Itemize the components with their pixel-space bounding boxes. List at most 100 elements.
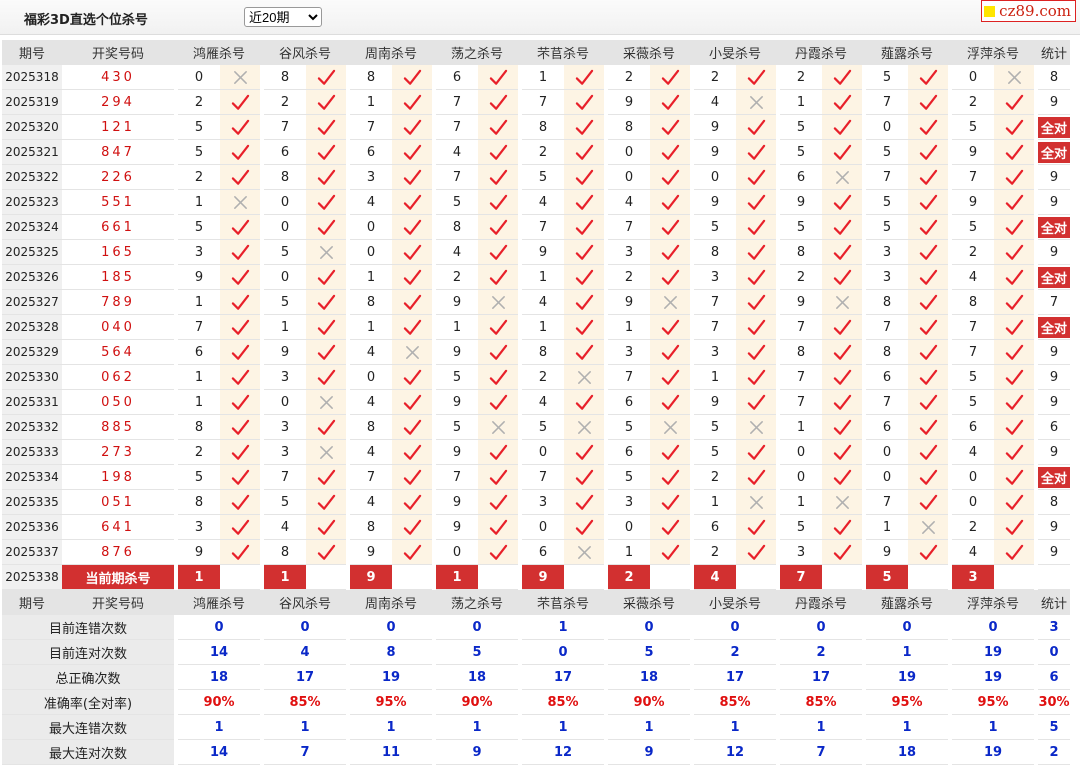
kill-correct-cell [908,89,948,115]
kill-number-cell: 5 [694,214,736,240]
kill-number-cell: 2 [264,89,306,115]
table-row: 2025334 198 5 7 7 7 7 5 2 0 0 0 全对 [2,464,1071,490]
cross-icon [663,295,677,309]
kill-correct-cell [908,289,948,315]
kill-correct-cell [306,514,346,540]
check-icon [317,194,335,210]
header-stat: 统计 [1038,589,1071,615]
kill-number-cell: 9 [694,114,736,140]
draw-number-cell: 564 [62,339,174,365]
kill-number-cell: 0 [264,214,306,240]
kill-correct-cell [478,339,518,365]
period-range-select[interactable]: 近20期 [244,7,322,27]
kill-number-cell: 5 [952,389,994,415]
kill-number-cell: 8 [264,164,306,190]
current-kill-blank [994,564,1034,590]
table-row: 2025322 226 2 8 3 7 5 0 0 6 7 7 9 [2,164,1071,190]
kill-correct-cell [392,364,432,390]
cross-icon [749,495,763,509]
kill-correct-cell [478,64,518,90]
kill-number-cell: 4 [952,439,994,465]
period-cell: 2025326 [2,264,62,290]
kill-correct-cell [994,189,1034,215]
kill-correct-cell [736,164,776,190]
all-correct-badge: 全对 [1038,216,1071,238]
kill-number-cell: 3 [178,239,220,265]
check-icon [661,544,679,560]
kill-correct-cell [392,439,432,465]
kill-number-cell: 7 [264,464,306,490]
kill-correct-cell [478,114,518,140]
kill-number-cell: 8 [952,289,994,315]
kill-correct-cell [736,464,776,490]
current-kill-number: 4 [694,564,736,590]
kill-correct-cell [994,464,1034,490]
summary-value: 1 [178,714,260,740]
kill-correct-cell [994,89,1034,115]
cross-icon [749,420,763,434]
kill-number-cell: 1 [350,89,392,115]
current-kill-blank [736,564,776,590]
table-row: 2025332 885 8 3 8 5 5 5 5 1 6 6 6 [2,414,1071,440]
kill-number-cell: 6 [608,439,650,465]
kill-correct-cell [564,264,604,290]
kill-number-cell: 7 [866,89,908,115]
kill-number-cell: 2 [780,64,822,90]
summary-value: 19 [350,664,432,690]
kill-correct-cell [994,364,1034,390]
kill-number-cell: 1 [178,389,220,415]
kill-correct-cell [306,64,346,90]
kill-number-cell: 7 [866,489,908,515]
kill-number-cell: 5 [780,139,822,165]
summary-value: 8 [350,639,432,665]
current-kill-number: 1 [178,564,220,590]
check-icon [1005,469,1023,485]
kill-number-cell: 0 [608,514,650,540]
kill-correct-cell [908,339,948,365]
summary-stat: 5 [1038,714,1071,740]
summary-value: 17 [694,664,776,690]
check-icon [231,494,249,510]
stat-value: 8 [1049,69,1059,85]
check-icon [1005,369,1023,385]
summary-value: 0 [350,614,432,640]
draw-number-cell: 273 [62,439,174,465]
header-expert: 荡之杀号 [436,589,518,615]
kill-number-cell: 1 [608,539,650,565]
kill-correct-cell [220,464,260,490]
kill-correct-cell [306,314,346,340]
check-icon [919,194,937,210]
summary-value: 17 [264,664,346,690]
summary-value: 1 [866,639,948,665]
kill-number-cell: 7 [608,214,650,240]
kill-correct-cell [908,64,948,90]
kill-correct-cell [306,114,346,140]
summary-stat: 2 [1038,739,1071,765]
kill-correct-cell [220,539,260,565]
kill-number-cell: 1 [350,264,392,290]
kill-correct-cell [822,414,862,440]
kill-correct-cell [392,264,432,290]
kill-number-cell: 5 [694,439,736,465]
stat-cell: 8 [1038,64,1071,90]
table-row: 2025324 661 5 0 0 8 7 7 5 5 5 5 全对 [2,214,1071,240]
kill-number-cell: 7 [350,464,392,490]
kill-number-cell: 5 [264,239,306,265]
stat-cell: 全对 [1038,114,1071,140]
cross-icon [1007,70,1021,84]
kill-correct-cell [220,489,260,515]
kill-correct-cell [478,239,518,265]
stat-value: 7 [1049,294,1059,310]
kill-correct-cell [994,139,1034,165]
kill-wrong-cell [220,189,260,215]
current-kill-blank [392,564,432,590]
check-icon [489,269,507,285]
kill-correct-cell [392,114,432,140]
check-icon [747,244,765,260]
summary-value: 0 [264,614,346,640]
kill-correct-cell [994,239,1034,265]
kill-number-cell: 5 [264,489,306,515]
site-logo[interactable]: cz89.com [981,0,1076,22]
kill-number-cell: 0 [350,214,392,240]
summary-row: 最大连错次数 1 1 1 1 1 1 1 1 1 1 5 [2,714,1071,740]
